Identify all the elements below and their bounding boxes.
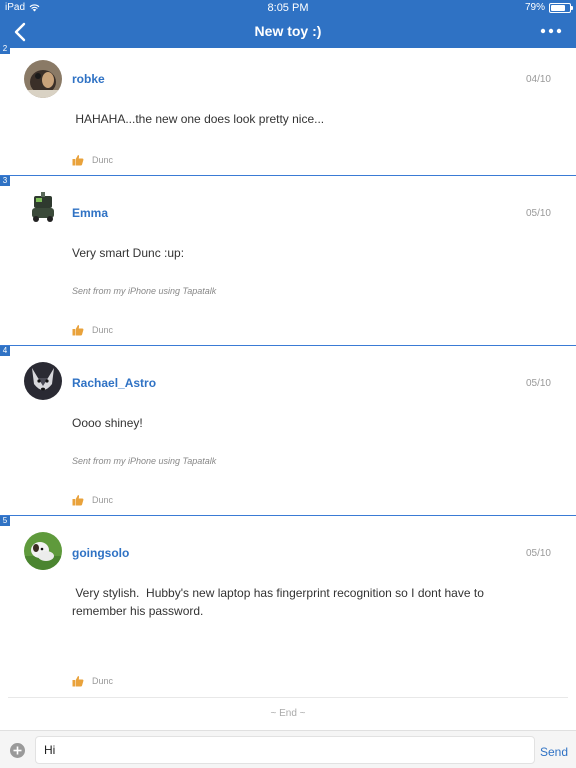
post-number: 3 — [0, 176, 10, 186]
avatar[interactable] — [24, 188, 62, 226]
nav-bar: New toy :) — [0, 16, 576, 48]
post-item: 4 Rachael_Astro 05/10 Oooo shiney! Sent … — [0, 346, 576, 516]
avatar[interactable] — [24, 362, 62, 400]
likes-row[interactable]: Dunc — [72, 324, 113, 336]
status-right: 79% — [524, 2, 573, 13]
post-item: 3 Emma 05/10 Very smart Dunc :up: Sent f… — [0, 176, 576, 346]
username[interactable]: Rachael_Astro — [72, 376, 156, 390]
thumbs-up-icon — [72, 495, 84, 506]
post-body: Very stylish. Hubby's new laptop has fin… — [72, 586, 488, 618]
post-list: 2 robke 04/10 HAHAHA...the new one does … — [0, 44, 576, 696]
avatar[interactable] — [24, 532, 62, 570]
end-of-thread: ~ End ~ — [8, 697, 568, 729]
likes-row[interactable]: Dunc — [72, 675, 113, 687]
post-item: 5 goingsolo 05/10 Very stylish. Hubby's … — [0, 516, 576, 696]
post-body: HAHAHA...the new one does look pretty ni… — [72, 112, 325, 126]
username[interactable]: Emma — [72, 206, 108, 220]
post-signature: Sent from my iPhone using Tapatalk — [72, 456, 217, 466]
liked-by[interactable]: Dunc — [92, 325, 113, 335]
likes-row[interactable]: Dunc — [72, 494, 113, 506]
thumbs-up-icon — [72, 325, 84, 336]
thumbs-up-icon — [72, 155, 84, 166]
liked-by[interactable]: Dunc — [92, 155, 113, 165]
post-number: 2 — [0, 44, 10, 54]
post-date: 04/10 — [525, 74, 551, 85]
send-button[interactable]: Send — [540, 745, 568, 759]
post-number: 5 — [0, 516, 10, 526]
post-date: 05/10 — [525, 548, 551, 559]
add-circle-icon[interactable] — [10, 743, 25, 758]
status-time: 8:05 PM — [267, 2, 309, 14]
avatar[interactable] — [24, 60, 62, 98]
liked-by[interactable]: Dunc — [92, 495, 113, 505]
post-body: Very smart Dunc :up: — [72, 246, 185, 260]
battery-fill — [551, 4, 566, 11]
post-signature: Sent from my iPhone using Tapatalk — [72, 286, 217, 296]
thumbs-up-icon — [72, 676, 84, 687]
post-body: Oooo shiney! — [72, 416, 143, 430]
likes-row[interactable]: Dunc — [72, 154, 113, 166]
post-date: 05/10 — [525, 208, 551, 219]
reply-composer: Hi Send — [0, 730, 576, 768]
post-item: 2 robke 04/10 HAHAHA...the new one does … — [0, 44, 576, 176]
reply-input[interactable]: Hi — [35, 736, 535, 764]
liked-by[interactable]: Dunc — [92, 676, 113, 686]
post-number: 4 — [0, 346, 10, 356]
post-date: 05/10 — [525, 378, 551, 389]
username[interactable]: robke — [72, 72, 105, 86]
more-dots-icon[interactable] — [540, 24, 562, 38]
battery-icon — [549, 2, 573, 13]
status-bar: iPad 8:05 PM 79% — [0, 0, 576, 16]
page-title: New toy :) — [254, 23, 322, 39]
battery-percent: 79% — [524, 2, 545, 13]
username[interactable]: goingsolo — [72, 546, 129, 560]
